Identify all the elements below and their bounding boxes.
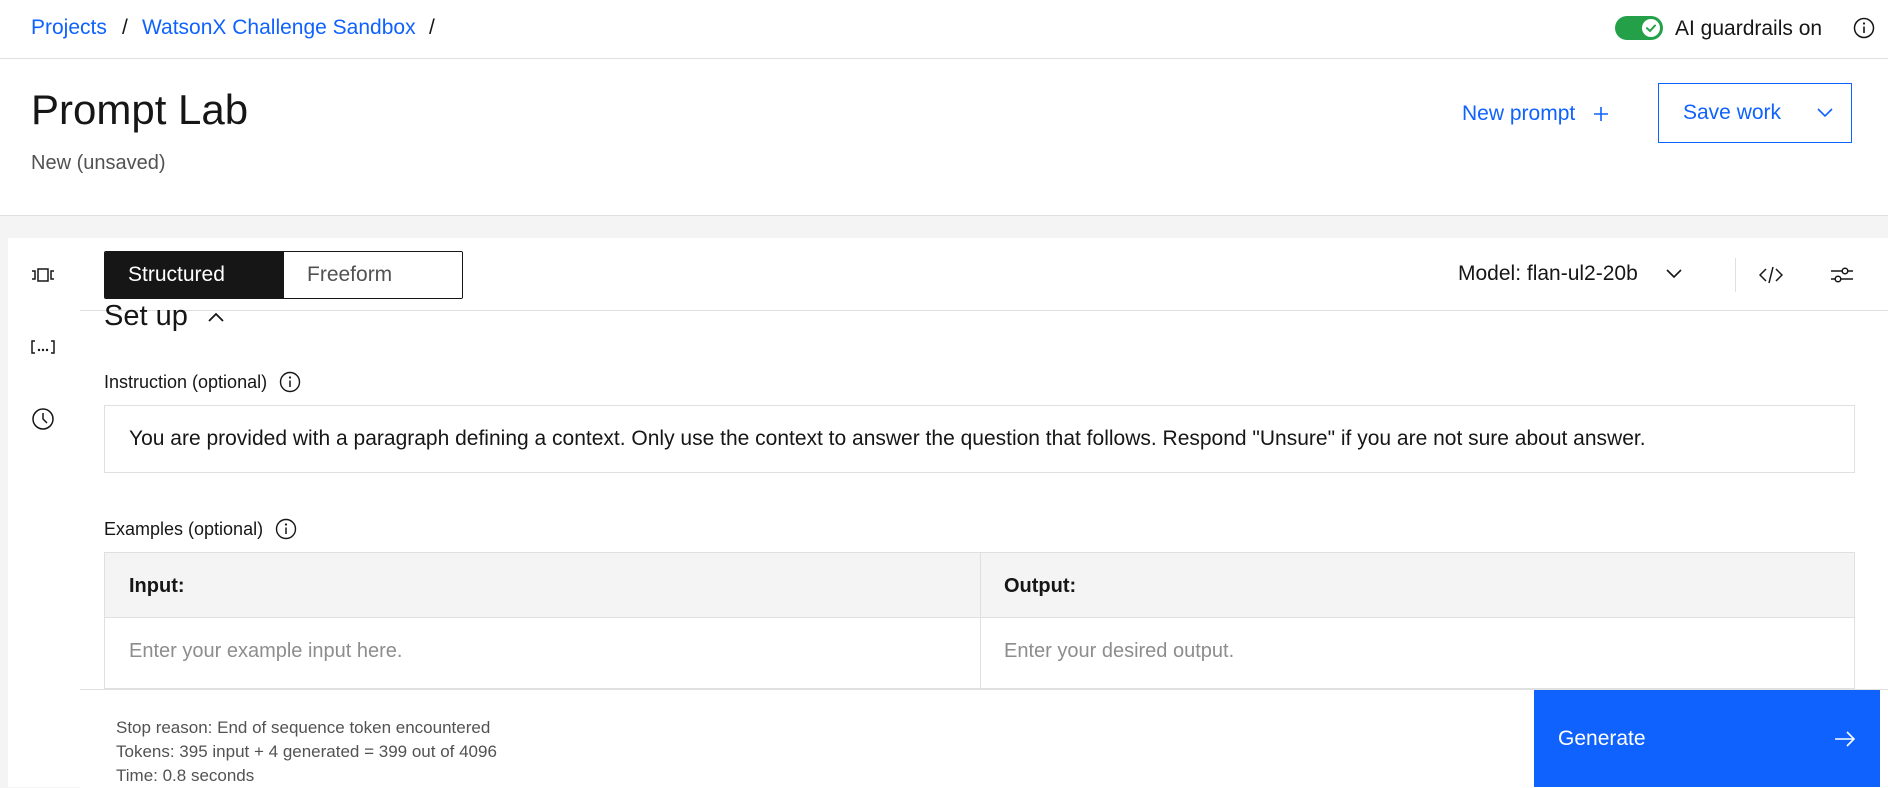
save-work-label: Save work [1683,101,1782,124]
token-variables-icon[interactable] [26,330,60,364]
tab-structured[interactable]: Structured [105,252,284,298]
model-label: Model: flan-ul2-20b [1458,262,1638,285]
code-icon[interactable] [1754,258,1788,292]
instruction-field[interactable]: You are provided with a paragraph defini… [104,405,1855,473]
instruction-label-row: Instruction (optional) [104,371,301,393]
breadcrumb-project[interactable]: WatsonX Challenge Sandbox [142,16,416,40]
examples-column-divider [980,553,981,688]
chevron-up-icon [208,312,224,322]
page-title: Prompt Lab [31,86,249,133]
example-output-field[interactable]: Enter your desired output. [1004,640,1234,663]
side-rail [8,238,81,787]
input-column-header: Input: [129,575,185,597]
tab-freeform[interactable]: Freeform [284,252,462,298]
chevron-down-icon [1817,108,1833,118]
output-column-header: Output: [1004,575,1077,597]
new-prompt-button[interactable]: New prompt [1462,96,1609,132]
toggle-check-icon [1642,19,1660,37]
setup-section-header[interactable]: Set up [104,300,224,333]
examples-table: Input: Output: Enter your example input … [104,552,1855,689]
sample-prompts-icon[interactable] [26,258,60,292]
generate-button[interactable]: Generate [1534,690,1880,787]
breadcrumb-separator: / [429,16,435,39]
generate-label: Generate [1558,726,1646,750]
token-count: Tokens: 395 input + 4 generated = 399 ou… [116,742,497,761]
setup-title: Set up [104,300,188,332]
generation-time: Time: 0.8 seconds [116,766,255,785]
history-icon[interactable] [26,402,60,436]
generation-stats: Stop reason: End of sequence token encou… [116,716,497,788]
arrow-right-icon [1834,730,1856,747]
stop-reason: Stop reason: End of sequence token encou… [116,718,491,737]
instruction-label: Instruction (optional) [104,371,268,392]
page-subtitle: New (unsaved) [31,152,166,174]
plus-icon [1593,106,1609,122]
info-icon[interactable] [1853,17,1875,39]
settings-sliders-icon[interactable] [1825,258,1859,292]
examples-label: Examples (optional) [104,518,264,539]
breadcrumb-separator: / [122,16,128,39]
toolbar-divider [80,310,1888,311]
new-prompt-label: New prompt [1462,102,1576,125]
breadcrumb-projects[interactable]: Projects [31,16,107,40]
chevron-down-icon [1666,269,1682,279]
info-icon[interactable] [279,371,301,393]
info-icon[interactable] [275,518,297,540]
guardrails-label: AI guardrails on [1675,17,1823,40]
guardrails-toggle[interactable] [1615,16,1663,40]
examples-label-row: Examples (optional) [104,518,297,540]
example-input-field[interactable]: Enter your example input here. [129,640,403,663]
save-work-button[interactable]: Save work [1658,83,1852,143]
model-selector[interactable]: Model: flan-ul2-20b [1458,262,1682,286]
mode-switcher: Structured Freeform [104,251,463,299]
toolbar-vertical-divider [1735,258,1736,292]
